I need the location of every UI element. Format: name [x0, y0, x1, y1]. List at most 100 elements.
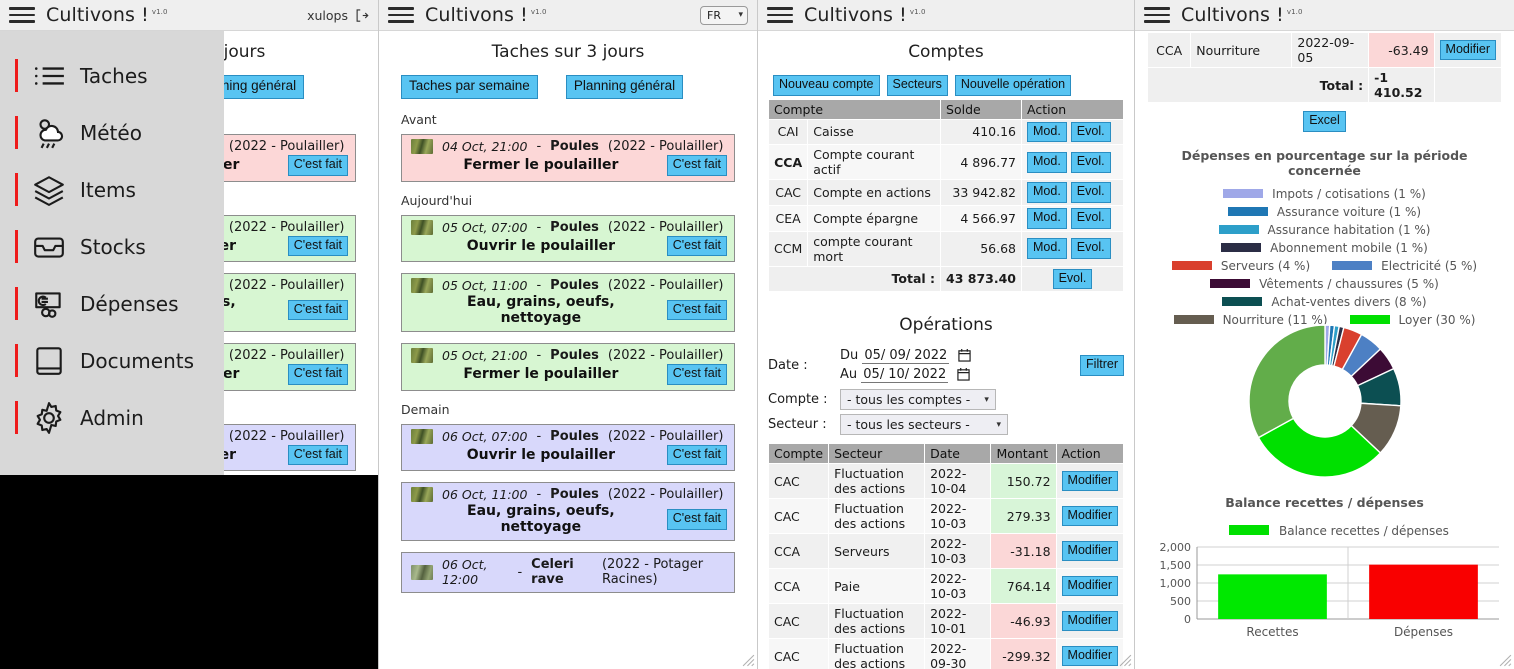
- task-context: (2022 - Poulailler): [228, 348, 345, 364]
- task-name: Poules: [550, 428, 599, 444]
- btn-cest-fait[interactable]: C'est fait: [287, 235, 348, 257]
- panel-tasks-main: Cultivons ! v1.0 FR ▾ Taches sur 3 jours …: [379, 0, 758, 669]
- op-montant: 150.72: [990, 463, 1057, 500]
- btn-cest-fait[interactable]: C'est fait: [287, 154, 348, 176]
- resize-handle-2[interactable]: [742, 654, 755, 667]
- op-date: 2022-10-03: [924, 568, 992, 605]
- topbar-panel2: Cultivons ! v1.0 FR ▾: [379, 0, 757, 31]
- task-card[interactable]: 04 Oct, 21:00-Poules(2022 - Poulailler)F…: [401, 133, 735, 182]
- bar-chart-title: Balance recettes / dépenses: [1225, 494, 1424, 510]
- compte-solde: 410.16: [940, 118, 1022, 146]
- task-card[interactable]: 06 Oct, 12:00 -Celeri rave (2022 - Potager…: [401, 552, 735, 594]
- task-action-row: Eau, grains, oeufs, nettoyage C'est fait: [409, 503, 727, 535]
- sidebar-item-admin[interactable]: Admin: [0, 389, 224, 446]
- btn-modifier[interactable]: Modifier: [1061, 470, 1118, 492]
- btn-mod[interactable]: Mod.: [1027, 207, 1067, 229]
- legend-item: Assurance voiture (1 %): [1227, 205, 1421, 219]
- btn-modifier[interactable]: Modifier: [1061, 610, 1118, 632]
- op-montant: 279.33: [990, 498, 1057, 535]
- btn-excel[interactable]: Excel: [1303, 111, 1346, 132]
- comptes-buttons: Nouveau compte Secteurs Nouvelle opérati…: [773, 75, 1119, 96]
- btn-evol-total[interactable]: Evol.: [1052, 268, 1093, 290]
- task-card[interactable]: 05 Oct, 11:00-Poules (2022 - Poulailler)E…: [401, 273, 735, 333]
- date-from-month[interactable]: 09/: [887, 348, 913, 365]
- date-to-year[interactable]: 2022: [911, 367, 949, 384]
- btn-evol[interactable]: Evol.: [1070, 182, 1111, 203]
- legend-label: Impots / cotisations (1 %): [1272, 186, 1426, 201]
- btn-cest-fait[interactable]: C'est fait: [287, 364, 348, 385]
- legend-row: Impots / cotisations (1 %): [1155, 187, 1494, 201]
- btn-cest-fait[interactable]: C'est fait: [666, 154, 727, 176]
- btn-cest-fait[interactable]: C'est fait: [666, 364, 727, 385]
- btn-nouvelle-operation[interactable]: Nouvelle opération: [954, 75, 1072, 96]
- total-label: Total :: [1146, 67, 1370, 103]
- btn-cest-fait[interactable]: C'est fait: [666, 509, 727, 530]
- y-tick-label: 2,000: [1160, 541, 1192, 554]
- btn-planning-general[interactable]: Planning général: [565, 75, 684, 99]
- btn-modifier[interactable]: Modifier: [1061, 505, 1118, 527]
- task-group-label: Aujourd'hui: [401, 192, 473, 208]
- username-label: xulops: [307, 7, 348, 23]
- btn-evol[interactable]: Evol.: [1070, 207, 1111, 229]
- btn-evol[interactable]: Evol.: [1070, 121, 1111, 143]
- date-from-day[interactable]: 05/: [862, 348, 888, 365]
- btn-filtrer[interactable]: Filtrer: [1080, 355, 1124, 376]
- btn-mod[interactable]: Mod.: [1027, 121, 1067, 143]
- menu-burger-icon-4[interactable]: [1144, 5, 1170, 25]
- task-card[interactable]: 05 Oct, 21:00-Poules(2022 - Poulailler)F…: [401, 343, 735, 391]
- calendar-icon-from[interactable]: [958, 348, 972, 362]
- menu-burger-icon[interactable]: [9, 5, 35, 25]
- btn-secteurs[interactable]: Secteurs: [886, 75, 948, 96]
- task-card[interactable]: 06 Oct, 11:00-Poules (2022 - Poulailler)E…: [401, 482, 735, 542]
- task-description: Fermer le poulailler: [463, 157, 619, 174]
- btn-modifier[interactable]: Modifier: [1061, 645, 1118, 667]
- btn-evol[interactable]: Evol.: [1070, 151, 1111, 173]
- sidebar-item-items[interactable]: Items: [0, 161, 224, 218]
- task-card[interactable]: 06 Oct, 07:00-Poules(2022 - Poulailler)O…: [401, 423, 735, 472]
- menu-burger-icon-3[interactable]: [767, 5, 793, 25]
- resize-handle-3[interactable]: [1119, 654, 1132, 667]
- pie-chart-legend: Impots / cotisations (1 %) Assurance voit…: [1147, 187, 1502, 327]
- btn-cest-fait[interactable]: C'est fait: [287, 444, 348, 466]
- legend-swatch: [1223, 189, 1264, 199]
- sidebar-item-label: Météo: [80, 120, 142, 145]
- btn-mod[interactable]: Mod.: [1027, 238, 1067, 259]
- sidebar-item-mto[interactable]: Météo: [0, 104, 224, 161]
- task-card[interactable]: 05 Oct, 07:00-Poules(2022 - Poulailler)O…: [401, 214, 735, 263]
- sidebar-item-dpenses[interactable]: Dépenses: [0, 275, 224, 332]
- language-select[interactable]: FR ▾: [700, 5, 748, 25]
- date-from-year[interactable]: 2022: [912, 348, 950, 365]
- btn-mod[interactable]: Mod.: [1027, 182, 1067, 203]
- btn-nouveau-compte[interactable]: Nouveau compte: [773, 75, 880, 96]
- secteur-select[interactable]: - tous les secteurs - ▾: [840, 414, 1008, 436]
- operations-title: Opérations: [899, 315, 993, 336]
- menu-burger-icon-2[interactable]: [388, 5, 414, 25]
- sidebar-item-documents[interactable]: Documents: [0, 332, 224, 389]
- btn-mod[interactable]: Mod.: [1027, 151, 1067, 173]
- btn-cest-fait[interactable]: C'est fait: [666, 444, 727, 466]
- task-meta: 06 Oct, 11:00-Poules (2022 - Poulailler): [409, 487, 727, 503]
- date-to-day[interactable]: 05/: [861, 367, 887, 384]
- btn-modifier-last[interactable]: Modifier: [1439, 39, 1496, 61]
- logout-icon[interactable]: [354, 8, 369, 23]
- btn-evol[interactable]: Evol.: [1070, 238, 1111, 259]
- compte-select[interactable]: - tous les comptes - ▾: [840, 389, 996, 411]
- resize-handle-4[interactable]: [1499, 654, 1512, 667]
- btn-cest-fait[interactable]: C'est fait: [666, 235, 727, 257]
- topbar-right: xulops: [307, 8, 369, 23]
- app-brand-2: Cultivons ! v1.0: [425, 4, 547, 26]
- task-time: 05 Oct, 07:00: [442, 219, 528, 235]
- btn-taches-par-semaine[interactable]: Taches par semaine: [401, 75, 538, 99]
- btn-modifier[interactable]: Modifier: [1061, 575, 1118, 597]
- btn-cest-fait[interactable]: C'est fait: [666, 299, 727, 321]
- legend-swatch: [1218, 225, 1259, 235]
- btn-modifier[interactable]: Modifier: [1061, 540, 1118, 562]
- sidebar-item-stocks[interactable]: Stocks: [0, 218, 224, 275]
- date-to-month[interactable]: 10/: [886, 367, 912, 384]
- legend-item: Assurance habitation (1 %): [1218, 223, 1431, 237]
- task-time: 06 Oct, 11:00: [442, 487, 528, 503]
- calendar-icon-to[interactable]: [957, 367, 971, 381]
- date-to-row: Au 05/10/2022: [840, 367, 971, 384]
- sidebar-item-taches[interactable]: Taches: [0, 47, 224, 104]
- btn-cest-fait[interactable]: C'est fait: [287, 299, 348, 321]
